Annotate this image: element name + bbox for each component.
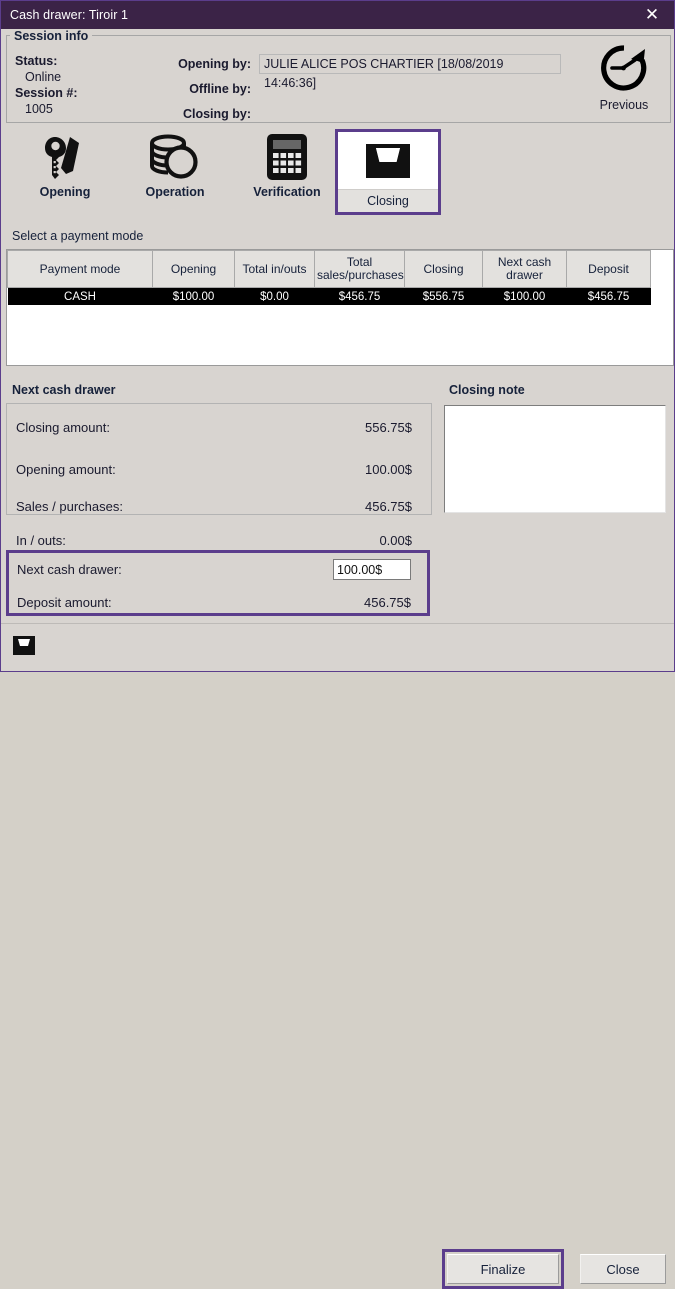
session-number-label: Session #: xyxy=(15,86,78,100)
table-header-row: Payment mode Opening Total in/outs Total… xyxy=(7,250,651,288)
closing-by-label: Closing by: xyxy=(182,106,251,121)
opening-by-value: JULIE ALICE POS CHARTIER [18/08/2019 14:… xyxy=(259,53,561,90)
window-title: Cash drawer: Tiroir 1 xyxy=(10,8,129,22)
column-header-total-sales-purchases[interactable]: Total sales/purchases xyxy=(314,250,405,288)
column-header-closing[interactable]: Closing xyxy=(404,250,483,288)
payment-mode-section-label: Select a payment mode xyxy=(8,229,148,243)
column-header-total-in-outs[interactable]: Total in/outs xyxy=(234,250,315,288)
cell-opening: $100.00 xyxy=(152,287,235,305)
mode-tile-verification[interactable]: Verification xyxy=(234,129,340,215)
opening-by-row: Opening by: JULIE ALICE POS CHARTIER [18… xyxy=(171,53,561,90)
opening-by-label: Opening by: xyxy=(178,56,251,71)
session-info-label: Session info xyxy=(10,29,93,43)
close-button[interactable]: Close xyxy=(580,1254,666,1284)
opening-amount-label: Opening amount: xyxy=(16,461,116,477)
opening-amount-value: 100.00$ xyxy=(365,461,412,477)
cell-payment-mode: CASH xyxy=(7,287,153,305)
mode-tile-closing[interactable]: Closing xyxy=(335,129,441,215)
column-header-payment-mode[interactable]: Payment mode xyxy=(7,250,153,288)
mode-tile-opening-label: Opening xyxy=(39,185,91,199)
close-icon[interactable]: ✕ xyxy=(630,1,674,29)
deposit-amount-label: Deposit amount: xyxy=(17,595,112,610)
mode-tile-row: Opening Operation Verification Closing xyxy=(6,129,476,217)
opening-amount-row: Opening amount: 100.00$ xyxy=(8,452,428,486)
status-label: Status: xyxy=(15,54,58,68)
deposit-amount-row: Deposit amount: 456.75$ xyxy=(9,586,427,619)
finalize-button-highlight: Finalize xyxy=(442,1249,564,1289)
inbox-tray-icon[interactable] xyxy=(11,634,37,661)
mode-tile-verification-label: Verification xyxy=(253,185,321,199)
inbox-tray-icon xyxy=(338,132,438,189)
mode-tile-closing-label: Closing xyxy=(338,189,438,212)
mode-tile-opening[interactable]: Opening xyxy=(12,129,118,215)
column-header-deposit[interactable]: Deposit xyxy=(566,250,651,288)
mode-tile-operation[interactable]: Operation xyxy=(122,129,228,215)
status-value: Online xyxy=(25,70,62,84)
closing-amount-row: Closing amount: 556.75$ xyxy=(8,410,428,444)
cell-total-in-outs: $0.00 xyxy=(234,287,315,305)
sales-purchases-row: Sales / purchases: 456.75$ xyxy=(8,489,428,523)
cell-next-cash-drawer: $100.00 xyxy=(482,287,567,305)
in-outs-label: In / outs: xyxy=(16,532,66,548)
column-header-opening[interactable]: Opening xyxy=(152,250,235,288)
offline-by-label: Offline by: xyxy=(189,81,251,96)
payment-mode-table: Payment mode Opening Total in/outs Total… xyxy=(7,250,651,305)
offline-by-row: Offline by: xyxy=(171,78,561,99)
sales-purchases-value: 456.75$ xyxy=(365,498,412,514)
session-number-value: 1005 xyxy=(25,102,53,116)
closing-note-textarea[interactable] xyxy=(444,405,666,513)
previous-button-label: Previous xyxy=(599,98,649,112)
in-outs-value: 0.00$ xyxy=(379,532,412,548)
closing-by-row: Closing by: xyxy=(171,103,561,124)
cash-drawer-dialog: Cash drawer: Tiroir 1 ✕ Session info Sta… xyxy=(0,0,675,1289)
title-bar: Cash drawer: Tiroir 1 ✕ xyxy=(1,1,674,29)
next-cash-drawer-highlight: Next cash drawer: Deposit amount: 456.75… xyxy=(6,550,430,616)
deposit-amount-value: 456.75$ xyxy=(364,595,411,610)
clock-rotate-left-icon xyxy=(599,43,649,96)
cell-deposit: $456.75 xyxy=(566,287,651,305)
coins-icon xyxy=(147,129,203,185)
offline-by-value xyxy=(259,79,561,99)
next-cash-drawer-input-label: Next cash drawer: xyxy=(17,562,122,577)
dialog-footer: Finalize Close xyxy=(1,623,674,1289)
table-row[interactable]: CASH $100.00 $0.00 $456.75 $556.75 $100.… xyxy=(7,287,651,305)
session-status-block: Status: Online Session #: 1005 xyxy=(15,53,78,117)
column-header-next-cash-drawer[interactable]: Next cash drawer xyxy=(482,250,567,288)
finalize-button[interactable]: Finalize xyxy=(447,1254,559,1284)
closing-by-value xyxy=(259,104,561,124)
keys-icon xyxy=(39,129,91,185)
next-cash-drawer-row: Next cash drawer: xyxy=(9,553,427,586)
cell-closing: $556.75 xyxy=(404,287,483,305)
session-people-rows: Opening by: JULIE ALICE POS CHARTIER [18… xyxy=(171,53,561,128)
payment-table-blank-column xyxy=(650,250,671,310)
next-cash-drawer-input[interactable] xyxy=(333,559,411,580)
closing-note-label: Closing note xyxy=(445,383,529,397)
closing-amount-label: Closing amount: xyxy=(16,419,110,435)
mode-tile-operation-label: Operation xyxy=(145,185,205,199)
closing-amount-value: 556.75$ xyxy=(365,419,412,435)
next-cash-drawer-label: Next cash drawer xyxy=(8,383,120,397)
cell-total-sales-purchases: $456.75 xyxy=(314,287,405,305)
previous-button[interactable]: Previous xyxy=(588,43,660,119)
calculator-icon xyxy=(264,129,310,185)
sales-purchases-label: Sales / purchases: xyxy=(16,498,123,514)
